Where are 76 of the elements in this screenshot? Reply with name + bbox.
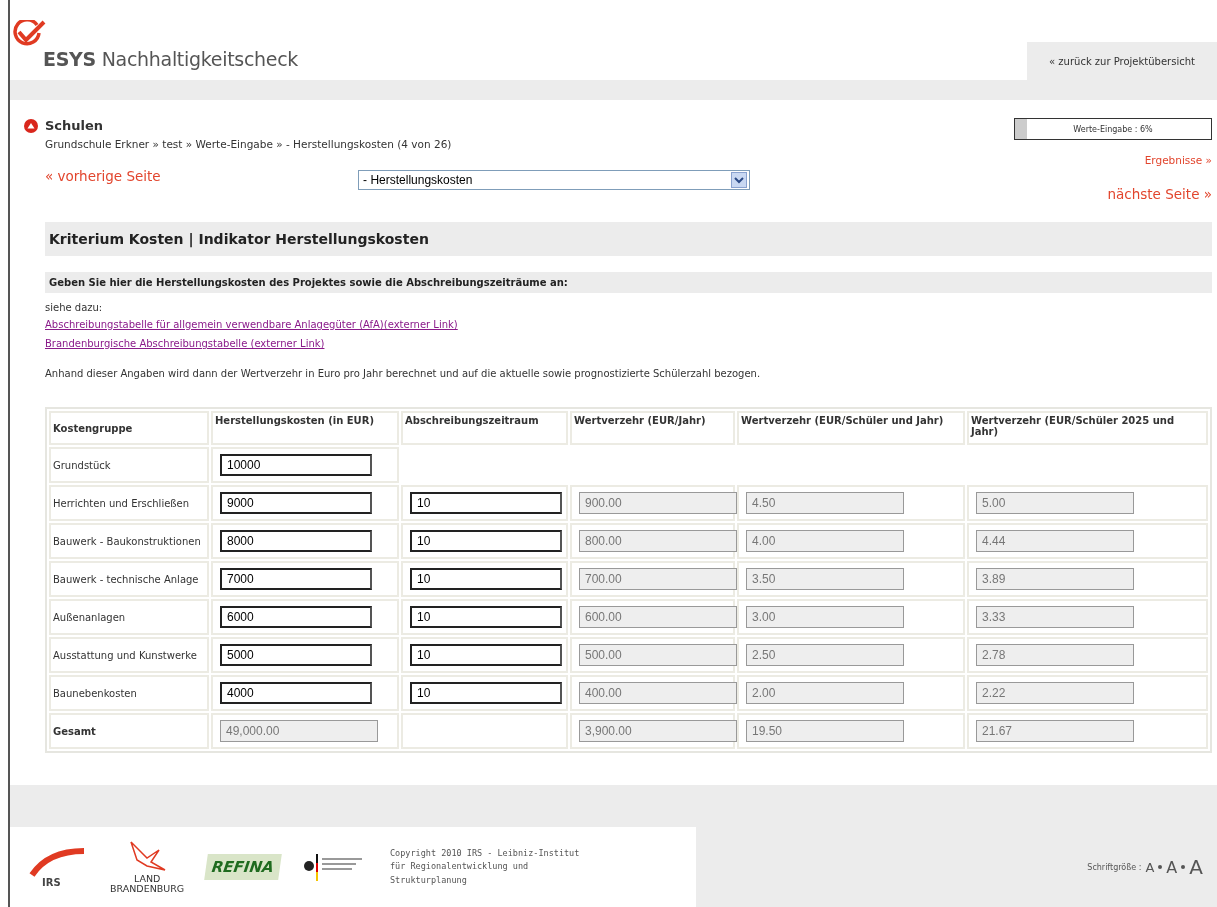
readonly-field: 3.33 — [976, 606, 1134, 628]
readonly-field: 2.78 — [976, 644, 1134, 666]
readonly-field: 2.00 — [746, 682, 904, 704]
input-field[interactable]: 10 — [410, 530, 562, 552]
cost-group-label: Bauwerk - Baukonstruktionen — [53, 535, 202, 547]
readonly-field: 4.44 — [976, 530, 1134, 552]
panel-title: Kriterium Kosten | Indikator Herstellungskosten — [45, 222, 1212, 256]
readonly-field: 3.89 — [976, 568, 1134, 590]
readonly-field: 19.50 — [746, 720, 904, 742]
column-header: Wertverzehr (EUR/Jahr) — [570, 411, 735, 445]
instruction-heading: Geben Sie hier die Herstellungskosten des Projektes sowie die Abschreibungszeiträume an: — [45, 272, 1212, 293]
readonly-field: 500.00 — [579, 644, 737, 666]
font-size-link[interactable]: A — [1145, 859, 1155, 875]
readonly-field: 2.50 — [746, 644, 904, 666]
breadcrumb: Grundschule Erkner » test » Werte-Eingabe » - Herstellungskosten (4 von 26) — [45, 138, 452, 150]
refina-logo: REFINA — [204, 854, 282, 880]
readonly-field: 3.50 — [746, 568, 904, 590]
column-header: Abschreibungszeitraum — [401, 411, 568, 445]
separator-dot-icon — [1158, 865, 1163, 869]
readonly-field: 700.00 — [579, 568, 737, 590]
readonly-field: 800.00 — [579, 530, 737, 552]
column-header: Kostengruppe — [49, 411, 209, 445]
input-field[interactable]: 9000 — [220, 492, 372, 514]
explanation-text: Anhand dieser Angaben wird dann der Wertverzehr in Euro pro Jahr berechnet und auf die aktuelle sowie prognostizierte Schülerzahl bezogen. — [45, 368, 762, 379]
cost-group-label: Außenanlagen — [53, 611, 127, 623]
results-link[interactable]: Ergebnisse » — [1144, 154, 1212, 166]
readonly-field: 21.67 — [976, 720, 1134, 742]
font-size-label: Schriftgröße : — [1087, 862, 1142, 872]
font-size-link[interactable]: A — [1166, 857, 1178, 877]
readonly-field: 400.00 — [579, 682, 737, 704]
logo-text: BRANDENBURG — [110, 884, 185, 894]
cost-group-label: Grundstück — [53, 459, 112, 471]
readonly-field: 5.00 — [976, 492, 1134, 514]
input-field[interactable]: 5000 — [220, 644, 372, 666]
input-field[interactable]: 10 — [410, 492, 562, 514]
cost-group-label: Herrichten und Erschließen — [53, 497, 191, 509]
input-field[interactable]: 7000 — [220, 568, 372, 590]
cost-group-label: Ausstattung und Kunstwerke — [53, 649, 198, 661]
logo-text: IRS — [42, 876, 61, 888]
column-header: Wertverzehr (EUR/Schüler 2025 und Jahr) — [967, 411, 1208, 445]
copyright-text: Copyright 2010 IRS - Leibniz-Institut für Regionalentwicklung und Strukturplanung — [390, 846, 581, 887]
readonly-field: 3,900.00 — [579, 720, 737, 742]
cost-group-label: Bauwerk - technische Anlage — [53, 573, 200, 585]
column-header: Wertverzehr (EUR/Schüler und Jahr) — [737, 411, 965, 445]
site-logo-text: ESYS Nachhaltigkeitscheck — [43, 48, 298, 70]
font-size-link[interactable]: A — [1189, 855, 1203, 879]
input-field[interactable]: 10000 — [220, 454, 372, 476]
input-field[interactable]: 10 — [410, 568, 562, 590]
section-title: Schulen — [45, 118, 104, 133]
collapse-icon[interactable] — [24, 118, 38, 133]
previous-page-link[interactable]: « vorherige Seite — [45, 168, 161, 184]
readonly-field: 4.00 — [746, 530, 904, 552]
readonly-field: 2.22 — [976, 682, 1134, 704]
readonly-field: 3.00 — [746, 606, 904, 628]
cost-group-label: Baunebenkosten — [53, 687, 138, 699]
input-field[interactable]: 4000 — [220, 682, 372, 704]
total-label: Gesamt — [53, 725, 97, 737]
progress-label: Werte-Eingabe : 6% — [1073, 124, 1153, 134]
input-field[interactable]: 10 — [410, 682, 562, 704]
external-link[interactable]: Brandenburgische Abschreibungstabelle (externer Link) — [45, 338, 325, 349]
input-field[interactable]: 10 — [410, 644, 562, 666]
separator-dot-icon — [1181, 865, 1186, 869]
page-select[interactable]: - Herstellungskosten — [358, 170, 751, 190]
readonly-field: 49,000.00 — [220, 720, 378, 742]
input-field[interactable]: 10 — [410, 606, 562, 628]
readonly-field: 4.50 — [746, 492, 904, 514]
back-link[interactable]: « zurück zur Projektübersicht — [1049, 55, 1195, 67]
external-link[interactable]: Abschreibungstabelle für allgemein verwendbare Anlagegüter (AfA)(externer Link) — [45, 319, 458, 330]
see-also-text: siehe dazu: — [45, 302, 104, 313]
logo-text: LAND — [133, 874, 161, 884]
next-page-link[interactable]: nächste Seite » — [1107, 186, 1212, 202]
readonly-field: 900.00 — [579, 492, 737, 514]
column-header: Herstellungskosten (in EUR) — [211, 411, 399, 445]
input-field[interactable]: 8000 — [220, 530, 372, 552]
readonly-field: 600.00 — [579, 606, 737, 628]
input-field[interactable]: 6000 — [220, 606, 372, 628]
